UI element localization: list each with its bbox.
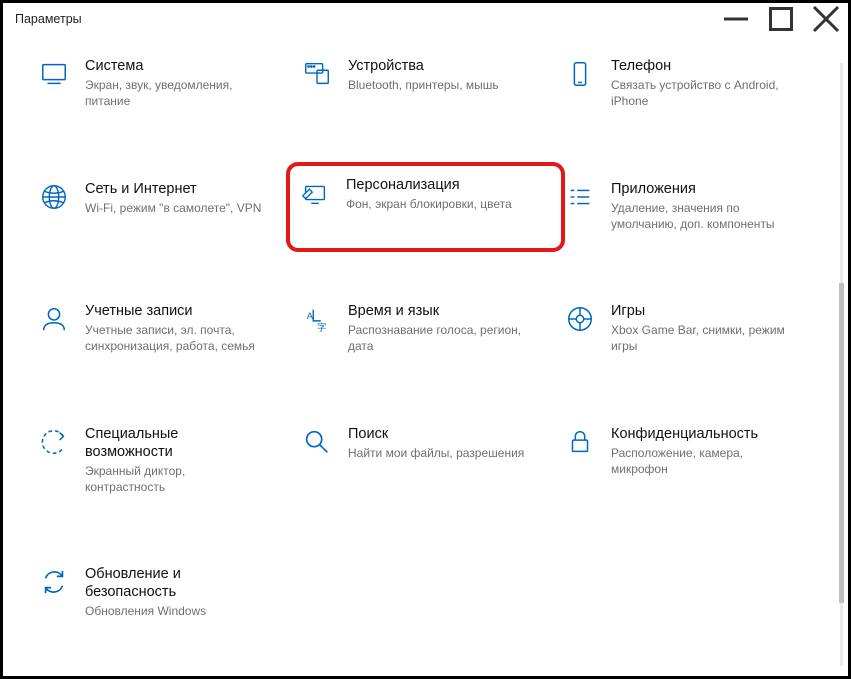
item-desc: Экран, звук, уведомления, питание [85,77,265,109]
accounts-icon [37,302,71,336]
scrollbar-thumb[interactable] [839,283,844,603]
item-desc: Удаление, значения по умолчанию, доп. ко… [611,200,791,232]
item-desc: Экранный диктор, контрастность [85,463,265,495]
settings-item-accounts[interactable]: Учетные записи Учетные записи, эл. почта,… [35,298,290,359]
devices-icon [300,57,334,91]
item-desc: Фон, экран блокировки, цвета [346,196,512,212]
apps-icon [563,180,597,214]
item-title: Конфиденциальность [611,425,791,443]
item-title: Сеть и Интернет [85,180,261,198]
ease-of-access-icon [37,425,71,459]
item-desc: Расположение, камера, микрофон [611,445,791,477]
item-title: Приложения [611,180,791,198]
item-desc: Учетные записи, эл. почта, синхронизация… [85,322,265,354]
phone-icon [563,57,597,91]
item-desc: Распознавание голоса, регион, дата [348,322,528,354]
time-language-icon: A字 [300,302,334,336]
settings-item-gaming[interactable]: Игры Xbox Game Bar, снимки, режим игры [561,298,816,359]
settings-item-update-security[interactable]: Обновление и безопасность Обновления Wind… [35,561,290,623]
settings-item-devices[interactable]: Устройства Bluetooth, принтеры, мышь [298,53,553,114]
update-security-icon [37,565,71,599]
network-icon [37,180,71,214]
item-title: Учетные записи [85,302,265,320]
item-title: Обновление и безопасность [85,565,265,601]
window-controls [713,4,848,34]
item-desc: Обновления Windows [85,603,265,619]
settings-item-privacy[interactable]: Конфиденциальность Расположение, камера, … [561,421,816,500]
personalization-icon [298,176,332,210]
item-desc: Bluetooth, принтеры, мышь [348,77,499,93]
settings-item-search[interactable]: Поиск Найти мои файлы, разрешения [298,421,553,500]
item-title: Телефон [611,57,791,75]
close-button[interactable] [803,4,848,34]
settings-item-personalization[interactable]: Персонализация Фон, экран блокировки, цве… [298,176,553,212]
settings-item-apps[interactable]: Приложения Удаление, значения по умолчани… [561,176,816,237]
item-title: Персонализация [346,176,512,194]
maximize-button[interactable] [758,4,803,34]
item-desc: Xbox Game Bar, снимки, режим игры [611,322,791,354]
settings-item-phone[interactable]: Телефон Связать устройство с Android, iPh… [561,53,816,114]
item-desc: Wi-Fi, режим "в самолете", VPN [85,200,261,216]
item-title: Поиск [348,425,524,443]
item-title: Специальные возможности [85,425,265,461]
item-desc: Связать устройство с Android, iPhone [611,77,791,109]
titlebar: Параметры [3,3,848,35]
privacy-icon [563,425,597,459]
settings-item-ease-of-access[interactable]: Специальные возможностиЭкранный диктор, … [35,421,290,500]
minimize-button[interactable] [713,4,758,34]
settings-item-network[interactable]: Сеть и Интернет Wi-Fi, режим "в самолете"… [35,176,290,237]
settings-item-system[interactable]: Система Экран, звук, уведомления, питание [35,53,290,114]
item-title: Устройства [348,57,499,75]
window-title: Параметры [15,12,713,26]
item-desc: Найти мои файлы, разрешения [348,445,524,461]
system-icon [37,57,71,91]
settings-grid: Система Экран, звук, уведомления, питание… [3,35,848,634]
highlighted-item: Персонализация Фон, экран блокировки, цве… [286,162,565,253]
search-icon [300,425,334,459]
item-title: Время и язык [348,302,528,320]
item-title: Игры [611,302,791,320]
settings-item-time-language[interactable]: A字 Время и язык Распознавание голоса, рег… [298,298,553,359]
gaming-icon [563,302,597,336]
item-title: Система [85,57,265,75]
svg-text:A: A [307,311,314,321]
svg-text:字: 字 [317,321,326,332]
